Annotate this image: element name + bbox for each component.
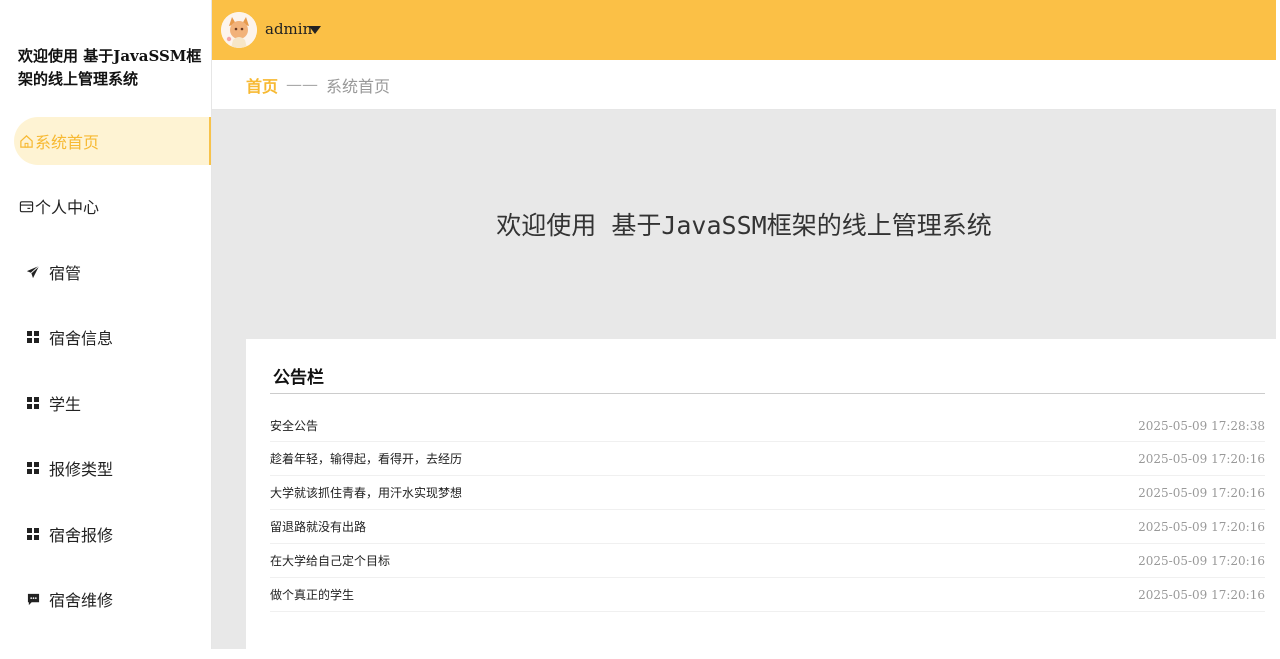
app-title: 欢迎使用 基于JavaSSM框架的线上管理系统 <box>18 47 202 88</box>
welcome-heading: 欢迎使用 基于JavaSSM框架的线上管理系统 <box>496 211 992 240</box>
sidebar-item-label: 宿舍信息 <box>49 329 114 348</box>
sidebar-item-label: 宿舍报修 <box>49 526 114 545</box>
list-item[interactable]: 大学就该抓住青春，用汗水实现梦想 2025-05-09 17:20:16 <box>270 476 1265 510</box>
notice-list: 安全公告 2025-05-09 17:28:38 趁着年轻，输得起，看得开，去经… <box>270 410 1265 612</box>
notice-title[interactable]: 留退路就没有出路 <box>270 518 366 535</box>
breadcrumb-home[interactable]: 首页 <box>246 73 278 97</box>
grid-icon <box>24 525 42 543</box>
caret-down-icon[interactable] <box>309 26 321 34</box>
notice-board-title: 公告栏 <box>270 363 1265 394</box>
breadcrumb-current: 系统首页 <box>326 76 391 96</box>
sidebar-item-personal-center[interactable]: 个人中心 <box>0 182 211 230</box>
home-icon <box>17 132 35 150</box>
send-icon <box>24 263 42 281</box>
main-content: 欢迎使用 基于JavaSSM框架的线上管理系统 公告栏 安全公告 2025-05… <box>212 110 1276 659</box>
avatar[interactable] <box>221 12 257 48</box>
notice-date: 2025-05-09 17:20:16 <box>1138 519 1265 534</box>
list-item[interactable]: 安全公告 2025-05-09 17:28:38 <box>270 410 1265 442</box>
sidebar-item-home[interactable]: 系统首页 <box>14 117 211 165</box>
top-bar: admin <box>212 0 1276 60</box>
notice-date: 2025-05-09 17:20:16 <box>1138 451 1265 466</box>
username[interactable]: admin <box>265 20 312 38</box>
notice-board: 公告栏 安全公告 2025-05-09 17:28:38 趁着年轻，输得起，看得… <box>246 339 1276 659</box>
breadcrumb-separator: —— <box>286 75 319 94</box>
list-item[interactable]: 趁着年轻，输得起，看得开，去经历 2025-05-09 17:20:16 <box>270 442 1265 476</box>
sidebar-item-dorm-manager[interactable]: 宿管 <box>0 248 211 296</box>
comment-icon <box>24 590 42 608</box>
sidebar-item-repair-type[interactable]: 报修类型 <box>0 444 211 492</box>
wallet-icon <box>17 197 35 215</box>
grid-icon <box>24 328 42 346</box>
notice-title[interactable]: 在大学给自己定个目标 <box>270 552 390 569</box>
sidebar-item-label: 宿舍维修 <box>49 591 114 610</box>
sidebar-item-dorm-info[interactable]: 宿舍信息 <box>0 313 211 361</box>
sidebar-item-label: 个人中心 <box>35 198 100 217</box>
list-item[interactable]: 在大学给自己定个目标 2025-05-09 17:20:16 <box>270 544 1265 578</box>
notice-title[interactable]: 大学就该抓住青春，用汗水实现梦想 <box>270 484 462 501</box>
sidebar-item-dorm-maintenance[interactable]: 宿舍维修 <box>0 575 211 623</box>
list-item[interactable]: 留退路就没有出路 2025-05-09 17:20:16 <box>270 510 1265 544</box>
sidebar-item-label: 学生 <box>49 395 82 414</box>
notice-date: 2025-05-09 17:28:38 <box>1138 418 1265 433</box>
notice-date: 2025-05-09 17:20:16 <box>1138 553 1265 568</box>
sidebar-item-student[interactable]: 学生 <box>0 379 211 427</box>
notice-title[interactable]: 趁着年轻，输得起，看得开，去经历 <box>270 450 462 467</box>
notice-title[interactable]: 做个真正的学生 <box>270 586 354 603</box>
list-item[interactable]: 做个真正的学生 2025-05-09 17:20:16 <box>270 578 1265 612</box>
notice-date: 2025-05-09 17:20:16 <box>1138 587 1265 602</box>
grid-icon <box>24 394 42 412</box>
sidebar-item-label: 系统首页 <box>35 133 100 152</box>
sidebar-item-dorm-repair[interactable]: 宿舍报修 <box>0 510 211 558</box>
breadcrumb: 首页 —— 系统首页 <box>212 60 1276 110</box>
sidebar: 欢迎使用 基于JavaSSM框架的线上管理系统 系统首页 个人中心 宿管 宿舍信… <box>0 0 212 649</box>
grid-icon <box>24 459 42 477</box>
sidebar-item-label: 报修类型 <box>49 460 114 479</box>
notice-date: 2025-05-09 17:20:16 <box>1138 485 1265 500</box>
sidebar-item-label: 宿管 <box>49 264 82 283</box>
notice-title[interactable]: 安全公告 <box>270 417 318 434</box>
